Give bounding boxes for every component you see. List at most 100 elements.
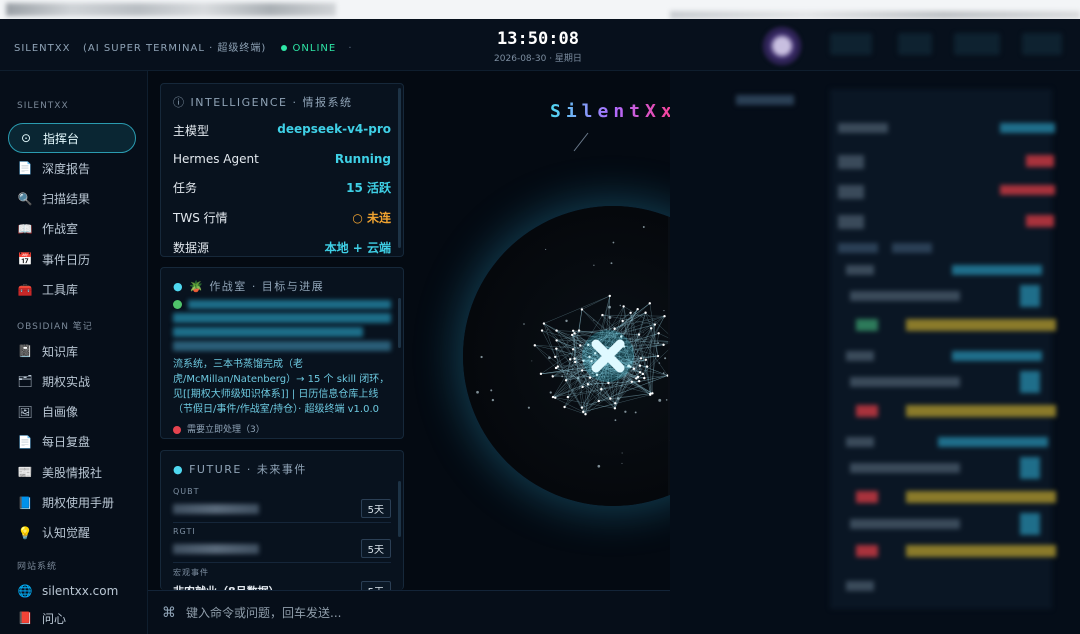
network-node — [636, 375, 640, 379]
network-node — [613, 327, 616, 330]
blurred-block — [846, 437, 874, 447]
network-node — [582, 410, 585, 414]
sidebar-item-label: 每日复盘 — [42, 435, 91, 450]
network-node — [571, 329, 575, 332]
blurred-status-pill — [898, 33, 932, 55]
sidebar-item-2[interactable]: 🗂 期权实战 — [8, 366, 136, 396]
sidebar-item-6[interactable]: 📘 期权使用手册 — [8, 488, 136, 518]
sidebar-item-1[interactable]: ⊙ 指挥台 — [8, 123, 136, 153]
star-dot — [610, 262, 613, 265]
star-dot — [663, 310, 665, 312]
sidebar-item-2[interactable]: 📕 问心 — [8, 603, 136, 633]
network-node — [533, 344, 537, 347]
blurred-block — [846, 265, 874, 275]
blurred-block — [1020, 457, 1040, 479]
sidebar-item-7[interactable]: 💡 认知觉醒 — [8, 518, 136, 548]
sidebar: SILENTXX ⊙ 指挥台 📄 深度报告 🔍 扫描结果 📖 作战室 📅 事件日历 🧰 工具库 OBS… — [0, 71, 148, 634]
blurred-status-pill — [954, 33, 1000, 55]
star-dot — [643, 332, 644, 334]
sidebar-item-label: 事件日历 — [42, 252, 91, 267]
future-event[interactable]: 宏观事件非农就业（8月数据） 5天 — [161, 563, 403, 590]
blurred-block — [856, 405, 878, 417]
sidebar-item-5[interactable]: 📰 美股情报社 — [8, 457, 136, 487]
future-event-tag: 宏观事件 — [173, 568, 209, 577]
warroom-panel: ● 🪴 作战室 · 目标与进展 流系统，三本书蒸馏完成（老虎/McMillan/… — [160, 267, 404, 439]
future-event-days: 5天 — [360, 499, 391, 518]
network-node — [608, 294, 611, 298]
intelligence-row-label: 任务 — [173, 181, 198, 195]
magnifier-icon: 🔍 — [17, 191, 33, 206]
network-node — [555, 347, 558, 350]
star-dot — [491, 398, 495, 402]
blurred-block — [850, 519, 960, 529]
star-dot — [624, 410, 627, 413]
network-node — [632, 367, 636, 370]
intelligence-row-value: Running — [334, 152, 391, 166]
network-node — [607, 381, 610, 385]
network-node — [539, 372, 543, 376]
header-status-area — [670, 19, 1080, 71]
intelligence-row: Hermes Agent Running — [161, 146, 403, 173]
sidebar-item-label: 认知觉醒 — [42, 526, 91, 541]
warroom-alert[interactable]: 需要立即处理（3） — [161, 417, 403, 435]
star-dot — [527, 406, 530, 409]
intelligence-panel: ⓘ INTELLIGENCE · 情报系统 主模型 deepseek-v4-pro… — [160, 83, 404, 257]
future-event[interactable]: RGTI 5天 — [161, 523, 403, 563]
sidebar-item-4[interactable]: 📖 作战室 — [8, 214, 136, 244]
blurred-block — [856, 545, 878, 557]
star-dot — [658, 398, 662, 402]
network-node — [579, 344, 582, 347]
warroom-scrollbar[interactable] — [398, 298, 401, 348]
sidebar-item-3[interactable]: 🖼 自画像 — [8, 397, 136, 427]
network-node — [580, 308, 584, 311]
network-edge — [636, 375, 668, 379]
future-event[interactable]: QUBT 5天 — [161, 483, 403, 523]
blurred-block — [906, 545, 1056, 557]
network-node — [609, 397, 612, 400]
network-node — [570, 333, 574, 337]
network-edge — [552, 389, 602, 398]
target-icon: ⊙ — [20, 131, 32, 145]
blurred-block — [850, 291, 960, 301]
avatar[interactable] — [762, 26, 802, 66]
network-node — [573, 357, 576, 360]
clock: 13:50:08 2026-08-30 · 星期日 — [470, 29, 606, 64]
sidebar-item-1[interactable]: 📓 知识库 — [8, 336, 136, 366]
blurred-block — [838, 215, 864, 229]
sidebar-item-3[interactable]: 🔍 扫描结果 — [8, 184, 136, 214]
sidebar-item-6[interactable]: 🧰 工具库 — [8, 275, 136, 305]
intelligence-row-label: TWS 行情 — [173, 211, 228, 225]
blurred-block — [838, 123, 888, 133]
intelligence-scrollbar[interactable] — [398, 88, 401, 248]
sidebar-item-label: silentxx.com — [42, 584, 119, 598]
sidebar-item-label: 扫描结果 — [42, 192, 91, 207]
intelligence-row: 数据源 本地 + 云端 — [161, 233, 403, 256]
sidebar-item-5[interactable]: 📅 事件日历 — [8, 244, 136, 274]
sidebar-item-1[interactable]: 🌐 silentxx.com — [8, 576, 136, 606]
app-header: SILENTXX (AI SUPER TERMINAL · 超级终端) ONLI… — [0, 19, 1080, 71]
network-node — [555, 339, 558, 342]
sidebar-item-4[interactable]: 📄 每日复盘 — [8, 427, 136, 457]
star-dot — [476, 390, 479, 394]
intelligence-row-value: ○ 未连 — [352, 211, 391, 225]
command-input[interactable] — [186, 605, 626, 620]
star-dot — [490, 389, 493, 392]
bullet-dot-icon: ● — [173, 280, 185, 293]
sidebar-item-label: 作战室 — [42, 222, 79, 237]
network-node — [645, 365, 649, 368]
blurred-block — [906, 405, 1056, 417]
network-node — [637, 333, 641, 336]
blurred-block — [1020, 285, 1040, 307]
sidebar-item-label: 自画像 — [42, 405, 79, 420]
star-dot — [664, 357, 667, 360]
network-node — [637, 379, 641, 383]
network-node — [613, 407, 617, 410]
heart-icon: 📕 — [17, 611, 33, 625]
future-scrollbar[interactable] — [398, 481, 401, 537]
main-content: ⓘ INTELLIGENCE · 情报系统 主模型 deepseek-v4-pro… — [148, 71, 763, 590]
intelligence-row: TWS 行情 ○ 未连 — [161, 203, 403, 233]
network-node — [584, 413, 587, 416]
intelligence-row-label: 主模型 — [173, 124, 210, 138]
sidebar-item-2[interactable]: 📄 深度报告 — [8, 153, 136, 183]
sidebar-item-label: 工具库 — [42, 283, 79, 297]
